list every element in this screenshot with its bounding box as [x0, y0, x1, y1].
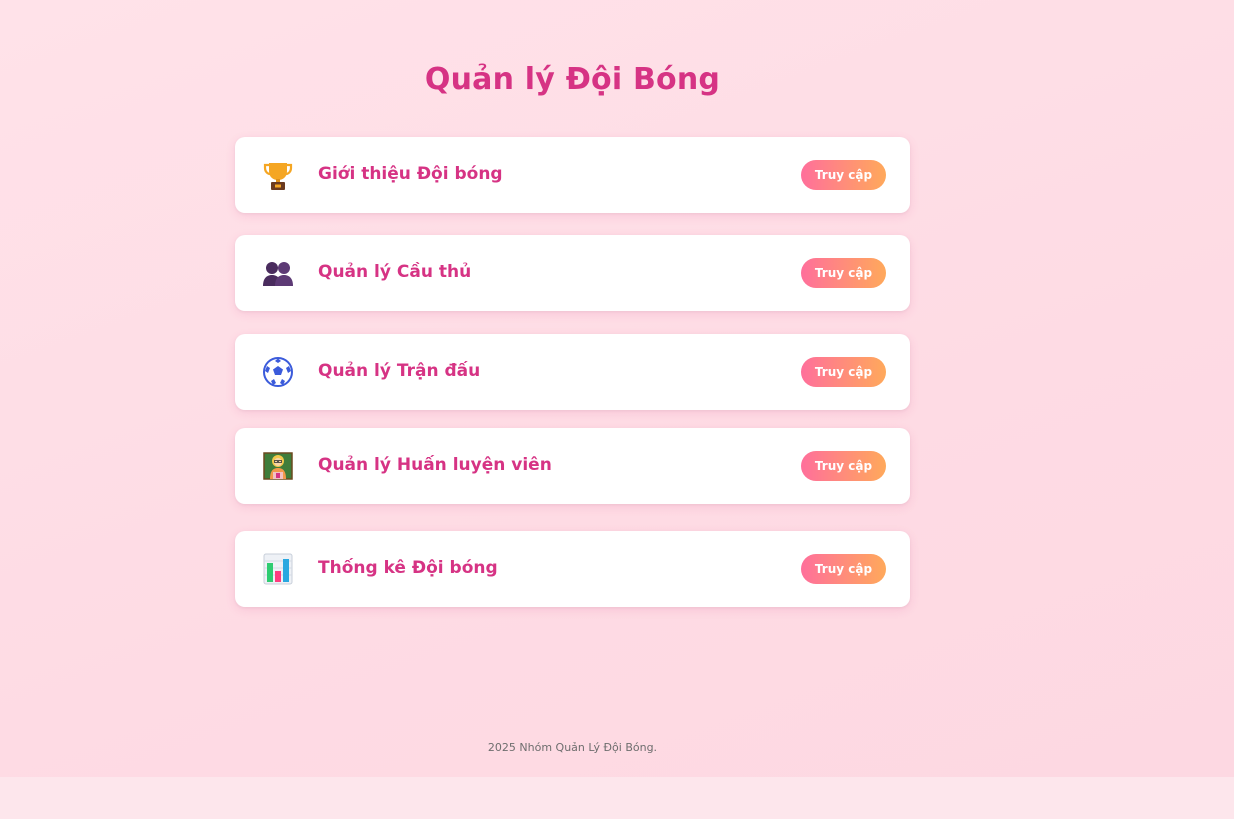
footer-copyright: 2025 Nhóm Quản Lý Đội Bóng. — [487, 741, 658, 754]
card-label: Quản lý Cầu thủ — [318, 262, 472, 282]
card-label: Quản lý Trận đấu — [318, 361, 481, 381]
page-title: Quản lý Đội Bóng — [424, 62, 721, 97]
players-icon — [262, 257, 294, 289]
access-button[interactable]: Truy cập — [801, 357, 886, 387]
card-match-management: Quản lý Trận đấu Truy cập — [235, 334, 910, 410]
card-coach-management: Quản lý Huấn luyện viên Truy cập — [235, 428, 910, 504]
card-team-introduction: Giới thiệu Đội bóng Truy cập — [235, 137, 910, 213]
card-label: Quản lý Huấn luyện viên — [318, 455, 552, 475]
card-player-management: Quản lý Cầu thủ Truy cập — [235, 235, 910, 311]
access-button[interactable]: Truy cập — [801, 258, 886, 288]
card-label: Thống kê Đội bóng — [318, 558, 498, 578]
trophy-icon — [262, 159, 294, 191]
access-button[interactable]: Truy cập — [801, 451, 886, 481]
card-team-statistics: Thống kê Đội bóng Truy cập — [235, 531, 910, 607]
soccer-ball-icon — [262, 356, 294, 388]
coach-icon — [262, 450, 294, 482]
access-button[interactable]: Truy cập — [801, 160, 886, 190]
access-button[interactable]: Truy cập — [801, 554, 886, 584]
card-label: Giới thiệu Đội bóng — [318, 164, 503, 184]
bar-chart-icon — [262, 553, 294, 585]
